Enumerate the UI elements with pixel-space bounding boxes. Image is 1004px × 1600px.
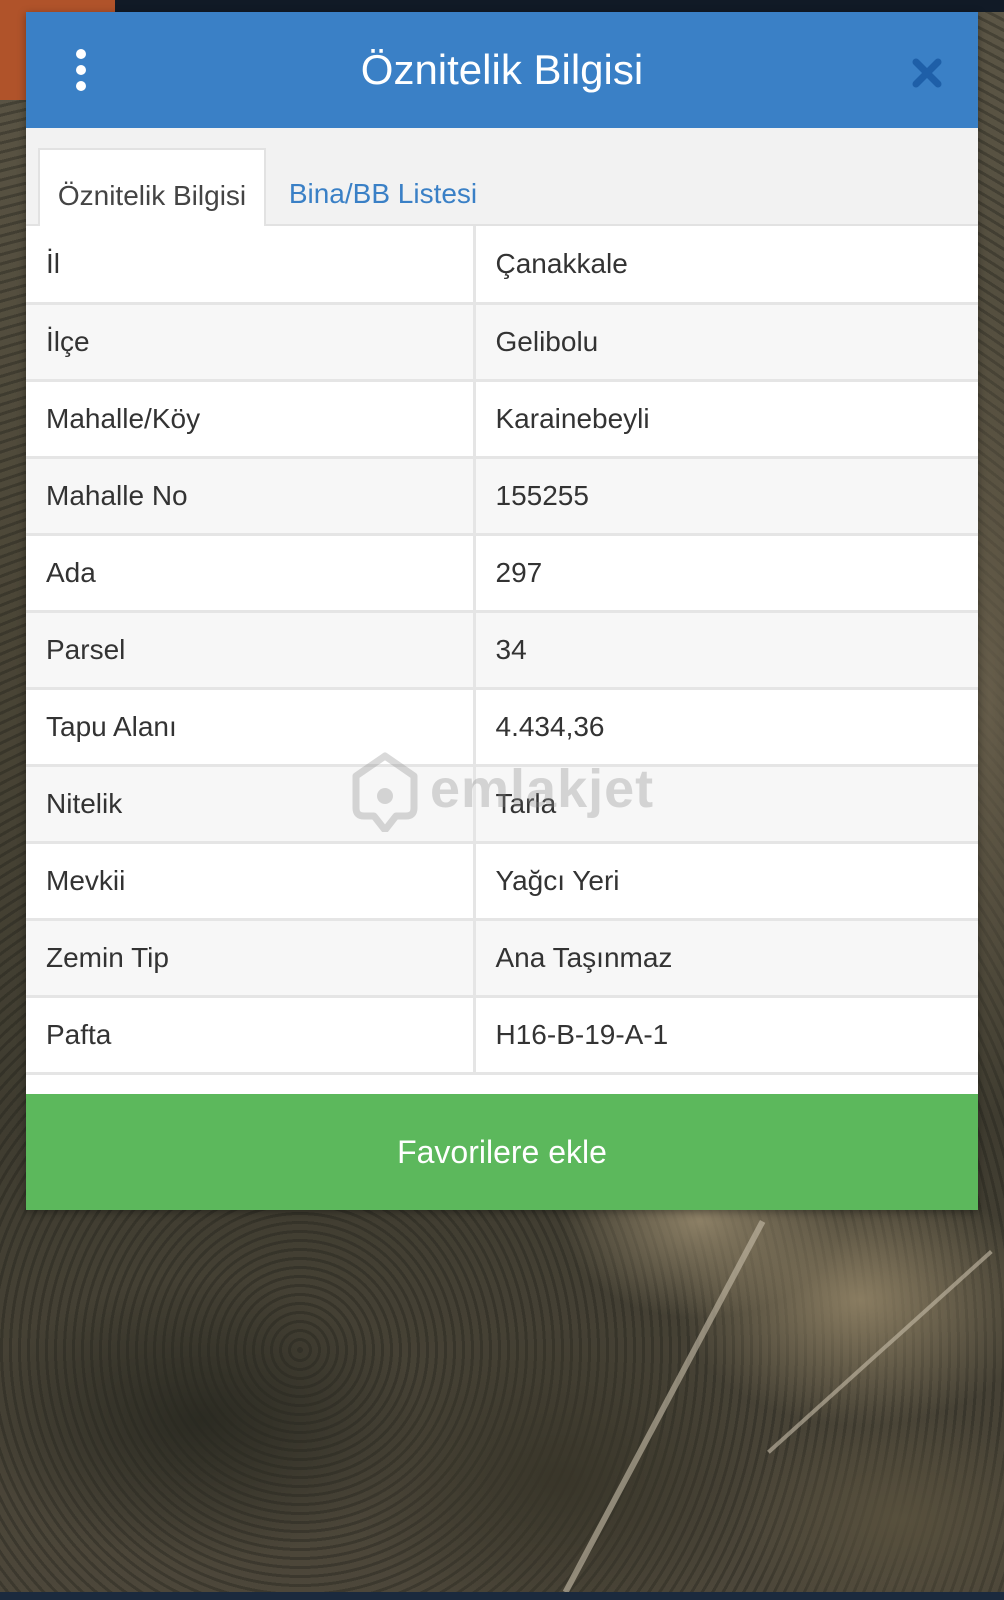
attribute-value: Ana Taşınmaz xyxy=(474,919,978,998)
attribute-key: Mahalle/Köy xyxy=(26,380,476,459)
attribute-value: 155255 xyxy=(474,457,978,536)
table-row: Mahalle/Köy Karainebeyli xyxy=(26,380,978,459)
attribute-value: H16-B-19-A-1 xyxy=(474,996,978,1075)
attribute-value: Tarla xyxy=(474,765,978,844)
attribute-value: Çanakkale xyxy=(474,226,978,305)
attribute-key: İlçe xyxy=(26,303,476,382)
attribute-key: Pafta xyxy=(26,996,476,1075)
table-row: İlçe Gelibolu xyxy=(26,303,978,382)
close-icon[interactable] xyxy=(912,58,942,88)
attribute-info-modal: Öznitelik Bilgisi Öznitelik Bilgisi Bina… xyxy=(26,12,978,1210)
tab-attribute-info[interactable]: Öznitelik Bilgisi xyxy=(38,148,266,226)
attribute-value: 297 xyxy=(474,534,978,613)
table-row: Zemin Tip Ana Taşınmaz xyxy=(26,919,978,998)
map-bottom-strip xyxy=(0,1592,1004,1600)
table-row: Mevkii Yağcı Yeri xyxy=(26,842,978,921)
modal-header: Öznitelik Bilgisi xyxy=(26,12,978,128)
attribute-value: 4.434,36 xyxy=(474,688,978,767)
attribute-table: İl Çanakkale İlçe Gelibolu Mahalle/Köy K… xyxy=(26,226,978,1075)
attribute-key: İl xyxy=(26,226,476,305)
map-top-bar xyxy=(0,0,1004,12)
tab-building-list[interactable]: Bina/BB Listesi xyxy=(268,148,498,226)
modal-title: Öznitelik Bilgisi xyxy=(360,46,644,93)
attribute-value: 34 xyxy=(474,611,978,690)
table-row: Nitelik Tarla xyxy=(26,765,978,844)
attribute-key: Zemin Tip xyxy=(26,919,476,998)
attribute-key: Parsel xyxy=(26,611,476,690)
attribute-key: Mahalle No xyxy=(26,457,476,536)
attribute-key: Ada xyxy=(26,534,476,613)
table-row: Pafta H16-B-19-A-1 xyxy=(26,996,978,1075)
table-row: Mahalle No 155255 xyxy=(26,457,978,536)
attribute-value: Gelibolu xyxy=(474,303,978,382)
attribute-value: Yağcı Yeri xyxy=(474,842,978,921)
attribute-value: Karainebeyli xyxy=(474,380,978,459)
attribute-key: Mevkii xyxy=(26,842,476,921)
tab-bar: Öznitelik Bilgisi Bina/BB Listesi xyxy=(26,128,978,226)
table-row: Ada 297 xyxy=(26,534,978,613)
table-row: İl Çanakkale xyxy=(26,226,978,305)
add-to-favorites-button[interactable]: Favorilere ekle xyxy=(26,1094,978,1210)
table-row: Parsel 34 xyxy=(26,611,978,690)
table-row: Tapu Alanı 4.434,36 xyxy=(26,688,978,767)
attribute-key: Tapu Alanı xyxy=(26,688,476,767)
attribute-key: Nitelik xyxy=(26,765,476,844)
